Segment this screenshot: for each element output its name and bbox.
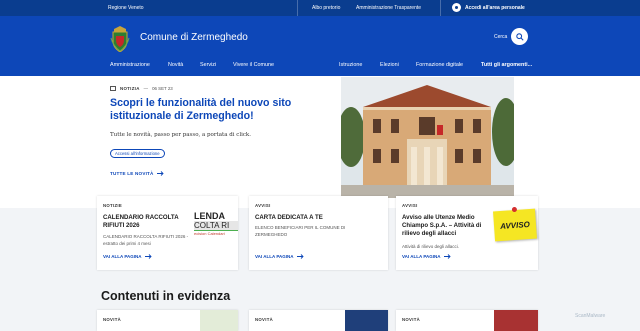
card-title[interactable]: Avviso alle Utenze Medio Chiampo S.p.A. … bbox=[402, 214, 490, 238]
arrow-right-icon bbox=[296, 254, 304, 259]
featured-thumbnail bbox=[345, 310, 388, 331]
all-news-label: TUTTE LE NOVITÀ bbox=[110, 171, 154, 176]
card-body: Attività di rilievo degli allacci. bbox=[402, 244, 460, 249]
all-news-link[interactable]: TUTTE LE NOVITÀ bbox=[110, 171, 164, 176]
card-more-link[interactable]: VAI ALLA PAGINA bbox=[402, 254, 451, 259]
card-kicker: NOTIZIE bbox=[103, 203, 123, 208]
featured-card[interactable]: NOVITÀ bbox=[396, 310, 538, 331]
amministrazione-trasparente-link[interactable]: Amministrazione Trasparente bbox=[356, 5, 421, 11]
calendar-thumbnail: LENDA COLTA RI ecision Calendari bbox=[194, 212, 238, 242]
avviso-sticky-note: AVVISO bbox=[493, 206, 537, 242]
news-card[interactable]: AVVISI CARTA DEDICATA A TE ELENCO BENEFI… bbox=[249, 196, 388, 270]
card-kicker: NOVITÀ bbox=[103, 317, 122, 322]
site-name[interactable]: Comune di Zermeghedo bbox=[140, 32, 248, 43]
news-card[interactable]: AVVISI Avviso alle Utenze Medio Chiampo … bbox=[396, 196, 538, 270]
hero-topic-chip[interactable]: Accessi all'informazione bbox=[110, 149, 165, 158]
nav-tutti-gli-argomenti[interactable]: Tutti gli argomenti... bbox=[481, 62, 532, 68]
albo-pretorio-link[interactable]: Albo pretorio bbox=[312, 5, 340, 11]
card-more-label: VAI ALLA PAGINA bbox=[402, 254, 441, 259]
nav-amministrazione[interactable]: Amministrazione bbox=[110, 62, 150, 68]
featured-card[interactable]: NOVITÀ bbox=[249, 310, 388, 331]
main-nav: Amministrazione Novità Servizi Vivere il… bbox=[0, 62, 640, 76]
hero-description: Tutte le novità, passo per passo, a port… bbox=[110, 132, 252, 138]
hero-date: 06 SET 23 bbox=[152, 86, 173, 91]
calendar-icon bbox=[110, 86, 116, 91]
nav-elezioni[interactable]: Elezioni bbox=[380, 62, 399, 68]
hero-tag: NOTIZIA bbox=[120, 86, 140, 91]
nav-istruzione[interactable]: Istruzione bbox=[339, 62, 362, 68]
card-title[interactable]: CALENDARIO RACCOLTA RIFIUTI 2026 bbox=[103, 214, 181, 230]
search-icon bbox=[515, 32, 524, 41]
featured-section-title: Contenuti in evidenza bbox=[101, 289, 231, 303]
featured-thumbnail bbox=[200, 310, 238, 331]
nav-formazione-digitale[interactable]: Formazione digitale bbox=[416, 62, 463, 68]
card-more-link[interactable]: VAI ALLA PAGINA bbox=[103, 254, 152, 259]
news-card[interactable]: NOTIZIE CALENDARIO RACCOLTA RIFIUTI 2026… bbox=[97, 196, 238, 270]
featured-card[interactable]: NOVITÀ bbox=[97, 310, 238, 331]
thumb-line: ecision Calendari bbox=[194, 230, 238, 237]
user-icon bbox=[452, 3, 461, 12]
arrow-right-icon bbox=[156, 171, 164, 176]
divider bbox=[297, 0, 298, 16]
nav-servizi[interactable]: Servizi bbox=[200, 62, 216, 68]
nav-vivere-il-comune[interactable]: Vivere il Comune bbox=[233, 62, 274, 68]
featured-thumbnail bbox=[494, 310, 538, 331]
card-kicker: AVVISI bbox=[255, 203, 271, 208]
watermark: ScanMalware bbox=[575, 313, 606, 319]
card-kicker: NOVITÀ bbox=[402, 317, 421, 322]
arrow-right-icon bbox=[144, 254, 152, 259]
municipal-crest-logo[interactable] bbox=[110, 26, 130, 52]
login-label: Accedi all'area personale bbox=[465, 4, 525, 11]
thumb-line: LENDA bbox=[194, 212, 225, 221]
card-kicker: AVVISI bbox=[402, 203, 418, 208]
card-kicker: NOVITÀ bbox=[255, 317, 274, 322]
card-body: CALENDARIO RACCOLTA RIFIUTI 2026 - estra… bbox=[103, 234, 189, 246]
divider bbox=[440, 0, 441, 16]
site-header: Comune di Zermeghedo Cerca Amministrazio… bbox=[0, 16, 640, 76]
card-more-label: VAI ALLA PAGINA bbox=[103, 254, 142, 259]
hero-meta: NOTIZIA — 06 SET 23 bbox=[110, 86, 173, 91]
card-title[interactable]: CARTA DEDICATA A TE bbox=[255, 214, 375, 222]
town-hall-photo bbox=[341, 77, 514, 198]
thumb-line: COLTA RI bbox=[194, 221, 238, 230]
top-bar: Regione Veneto Albo pretorio Amministraz… bbox=[0, 0, 640, 16]
card-more-label: VAI ALLA PAGINA bbox=[255, 254, 294, 259]
card-more-link[interactable]: VAI ALLA PAGINA bbox=[255, 254, 304, 259]
sticky-note-text: AVVISO bbox=[499, 219, 531, 231]
search-button[interactable] bbox=[511, 28, 528, 45]
hero-title[interactable]: Scopri le funzionalità del nuovo sito is… bbox=[110, 97, 330, 123]
region-link[interactable]: Regione Veneto bbox=[108, 5, 144, 11]
card-body: ELENCO BENEFICIARI PER IL COMUNE DI ZERM… bbox=[255, 225, 346, 237]
login-button[interactable]: Accedi all'area personale bbox=[452, 3, 525, 12]
dash: — bbox=[143, 86, 149, 91]
arrow-right-icon bbox=[443, 254, 451, 259]
nav-novita[interactable]: Novità bbox=[168, 62, 183, 68]
pin-icon bbox=[511, 206, 518, 213]
search-label: Cerca bbox=[494, 34, 508, 40]
